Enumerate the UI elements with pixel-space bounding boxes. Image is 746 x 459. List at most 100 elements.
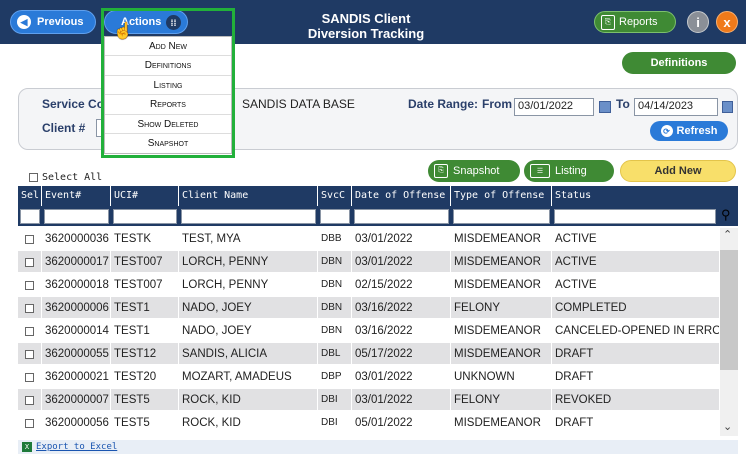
- previous-label: Previous: [37, 16, 84, 28]
- scrollbar-thumb[interactable]: [720, 250, 738, 370]
- table-cell: TEST1: [111, 320, 179, 342]
- chevron-up-icon[interactable]: ⌃: [723, 228, 732, 241]
- to-date-input[interactable]: 04/14/2023: [634, 98, 718, 116]
- refresh-icon: ⟳: [660, 125, 673, 137]
- add-new-button[interactable]: Add New: [620, 160, 736, 182]
- table-cell: UNKNOWN: [451, 366, 552, 388]
- definitions-button[interactable]: Definitions: [622, 52, 736, 74]
- table-cell: 03/01/2022: [352, 228, 451, 250]
- row-checkbox-cell[interactable]: [18, 366, 42, 388]
- column-filter-input[interactable]: [354, 209, 449, 224]
- table-cell: DBN: [318, 320, 352, 342]
- row-checkbox[interactable]: [25, 234, 34, 244]
- table-row[interactable]: 3620000006 TEST1 NADO, JOEY DBN 03/16/2022 FE…: [18, 297, 720, 319]
- column-filter-input[interactable]: [453, 209, 550, 224]
- select-all-checkbox[interactable]: [29, 173, 38, 182]
- column-header[interactable]: Sel: [18, 186, 42, 206]
- row-checkbox[interactable]: [25, 395, 34, 405]
- column-filter-input[interactable]: [44, 209, 109, 224]
- table-cell: 05/17/2022: [352, 343, 451, 365]
- column-header[interactable]: Date of Offense: [352, 186, 451, 206]
- table-cell: MISDEMEANOR: [451, 251, 552, 273]
- row-checkbox[interactable]: [25, 257, 34, 267]
- row-checkbox-cell[interactable]: [18, 389, 42, 411]
- table-cell: TEST12: [111, 343, 179, 365]
- column-header[interactable]: Client Name: [179, 186, 318, 206]
- table-cell: TESTK: [111, 228, 179, 250]
- table-row[interactable]: 3620000007 TEST5 ROCK, KID DBI 03/01/2022 FEL…: [18, 389, 720, 411]
- row-checkbox[interactable]: [25, 326, 34, 336]
- column-filter-input[interactable]: [554, 209, 716, 224]
- row-checkbox-cell[interactable]: [18, 297, 42, 319]
- table-cell: 3620000007: [42, 389, 111, 411]
- table-cell: ACTIVE: [552, 274, 720, 296]
- table-cell: 3620000006: [42, 297, 111, 319]
- from-label: From: [482, 97, 512, 111]
- from-date-input[interactable]: 03/01/2022: [514, 98, 594, 116]
- column-header[interactable]: SvcC: [318, 186, 352, 206]
- table-cell: REVOKED: [552, 389, 720, 411]
- pdf-icon: ⎘: [434, 164, 448, 178]
- calendar-icon[interactable]: [722, 101, 733, 113]
- table-row[interactable]: 3620000014 TEST1 NADO, JOEY DBN 03/16/2022 MI…: [18, 320, 720, 342]
- row-checkbox-cell[interactable]: [18, 412, 42, 434]
- table-cell: MISDEMEANOR: [451, 228, 552, 250]
- row-checkbox[interactable]: [25, 303, 34, 313]
- row-checkbox-cell[interactable]: [18, 343, 42, 365]
- menu-item-snapshot[interactable]: Snapshot: [105, 134, 231, 153]
- table-cell: 3620000055: [42, 343, 111, 365]
- refresh-button[interactable]: ⟳ Refresh: [650, 121, 728, 141]
- row-checkbox-cell[interactable]: [18, 274, 42, 296]
- info-button[interactable]: i: [687, 11, 709, 33]
- menu-item-reports[interactable]: Reports: [105, 95, 231, 115]
- export-to-excel-link[interactable]: Export to Excel: [36, 442, 117, 452]
- table-row[interactable]: 3620000036 TESTK TEST, MYA DBB 03/01/2022 MIS…: [18, 228, 720, 250]
- row-checkbox-cell[interactable]: [18, 228, 42, 250]
- close-button[interactable]: x: [716, 11, 738, 33]
- column-header[interactable]: UCI#: [111, 186, 179, 206]
- table-row[interactable]: 3620000055 TEST12 SANDIS, ALICIA DBL 05/17/2…: [18, 343, 720, 365]
- table-cell: ROCK, KID: [179, 389, 318, 411]
- table-cell: COMPLETED: [552, 297, 720, 319]
- snapshot-button[interactable]: ⎘ Snapshot: [428, 160, 520, 182]
- table-cell: DBP: [318, 366, 352, 388]
- previous-button[interactable]: ◀ Previous: [10, 10, 96, 34]
- listing-label: Listing: [555, 165, 587, 177]
- column-header[interactable]: Status: [552, 186, 738, 206]
- row-checkbox-cell[interactable]: [18, 251, 42, 273]
- table-cell: TEST007: [111, 251, 179, 273]
- listing-button[interactable]: ☰ Listing: [524, 160, 614, 182]
- column-filter-input[interactable]: [320, 209, 350, 224]
- table-row[interactable]: 3620000021 TEST20 MOZART, AMADEUS DBP 03/01/…: [18, 366, 720, 388]
- table-row[interactable]: 3620000018 TEST007 LORCH, PENNY DBN 02/15/20…: [18, 274, 720, 296]
- table-cell: 3620000021: [42, 366, 111, 388]
- snapshot-label: Snapshot: [453, 165, 500, 177]
- reports-button[interactable]: ⎘ Reports: [594, 11, 676, 33]
- menu-item-show-deleted[interactable]: Show Deleted: [105, 115, 231, 134]
- table-cell: MOZART, AMADEUS: [179, 366, 318, 388]
- select-all[interactable]: Select All: [29, 172, 102, 183]
- row-checkbox-cell[interactable]: [18, 320, 42, 342]
- column-filter-row: [18, 206, 738, 226]
- row-checkbox[interactable]: [25, 349, 34, 359]
- client-label: Client #: [42, 121, 86, 135]
- menu-item-definitions[interactable]: Definitions: [105, 56, 231, 76]
- column-filter-input[interactable]: [181, 209, 316, 224]
- column-header[interactable]: Event#: [42, 186, 111, 206]
- table-cell: 3620000056: [42, 412, 111, 434]
- column-filter-input[interactable]: [113, 209, 177, 224]
- page-title: SANDIS Client Diversion Tracking: [296, 11, 436, 41]
- column-filter-input[interactable]: [20, 209, 40, 224]
- search-icon[interactable]: ⚲: [721, 208, 731, 222]
- row-checkbox[interactable]: [25, 418, 34, 428]
- column-header[interactable]: Type of Offense: [451, 186, 552, 206]
- menu-item-listing[interactable]: Listing: [105, 76, 231, 96]
- chevron-down-icon[interactable]: ⌄: [723, 420, 732, 433]
- table-row[interactable]: 3620000017 TEST007 LORCH, PENNY DBN 03/01/20…: [18, 251, 720, 273]
- row-checkbox[interactable]: [25, 372, 34, 382]
- table-cell: DRAFT: [552, 412, 720, 434]
- table-row[interactable]: 3620000056 TEST5 ROCK, KID DBI 05/01/2022 MIS…: [18, 412, 720, 434]
- table-cell: 03/01/2022: [352, 251, 451, 273]
- row-checkbox[interactable]: [25, 280, 34, 290]
- calendar-icon[interactable]: [599, 101, 611, 113]
